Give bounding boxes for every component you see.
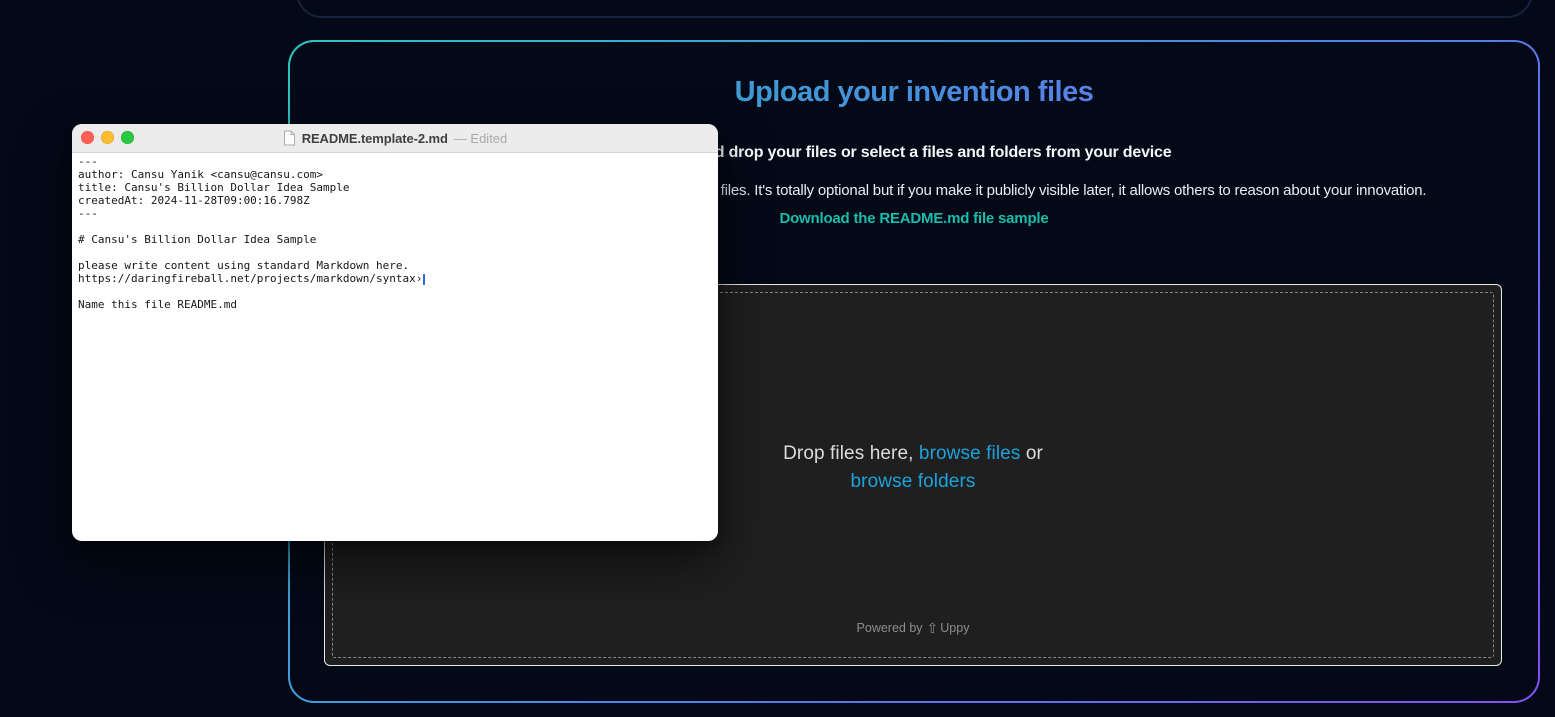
uppy-logo-icon: ⇧ (927, 621, 939, 635)
text-cursor (423, 274, 425, 285)
zoom-button[interactable] (121, 131, 134, 144)
window-title: README.template-2.md (302, 131, 448, 146)
previous-section-panel (296, 0, 1533, 18)
editor-line: Name this file README.md (78, 298, 710, 311)
editor-text-area[interactable]: --- author: Cansu Yanik <cansu@cansu.com… (72, 153, 718, 311)
editor-line: please write content using standard Mark… (78, 259, 710, 272)
editor-line: --- (78, 155, 710, 168)
document-icon (283, 130, 296, 146)
window-controls (81, 131, 134, 144)
textedit-window: README.template-2.md — Edited --- author… (72, 124, 718, 541)
browse-folders-link[interactable]: browse folders (851, 471, 976, 492)
powered-by-label: Powered by (857, 621, 923, 635)
screen: Upload your invention files Drag and dro… (0, 0, 1555, 717)
editor-line (78, 220, 710, 233)
window-titlebar[interactable]: README.template-2.md — Edited (72, 124, 718, 153)
window-edited-label: — Edited (454, 131, 507, 146)
editor-line: # Cansu's Billion Dollar Idea Sample (78, 233, 710, 246)
drop-text-or: or (1020, 443, 1042, 464)
uppy-brand-name: Uppy (940, 621, 969, 635)
minimize-button[interactable] (101, 131, 114, 144)
close-button[interactable] (81, 131, 94, 144)
page-title: Upload your invention files (290, 76, 1538, 109)
editor-line: author: Cansu Yanik <cansu@cansu.com> (78, 168, 710, 181)
window-title-group: README.template-2.md — Edited (72, 124, 718, 152)
editor-line: title: Cansu's Billion Dollar Idea Sampl… (78, 181, 710, 194)
editor-line: --- (78, 207, 710, 220)
editor-line: createdAt: 2024-11-28T09:00:16.798Z (78, 194, 710, 207)
editor-line (78, 285, 710, 298)
editor-line: https://daringfireball.net/projects/mark… (78, 272, 710, 285)
powered-by-uppy: Powered by ⇧ Uppy (325, 621, 1501, 635)
drop-text-prefix: Drop files here, (783, 443, 919, 464)
browse-files-link[interactable]: browse files (919, 443, 1021, 464)
editor-line-url: https://daringfireball.net/projects/mark… (78, 272, 422, 285)
editor-line (78, 246, 710, 259)
